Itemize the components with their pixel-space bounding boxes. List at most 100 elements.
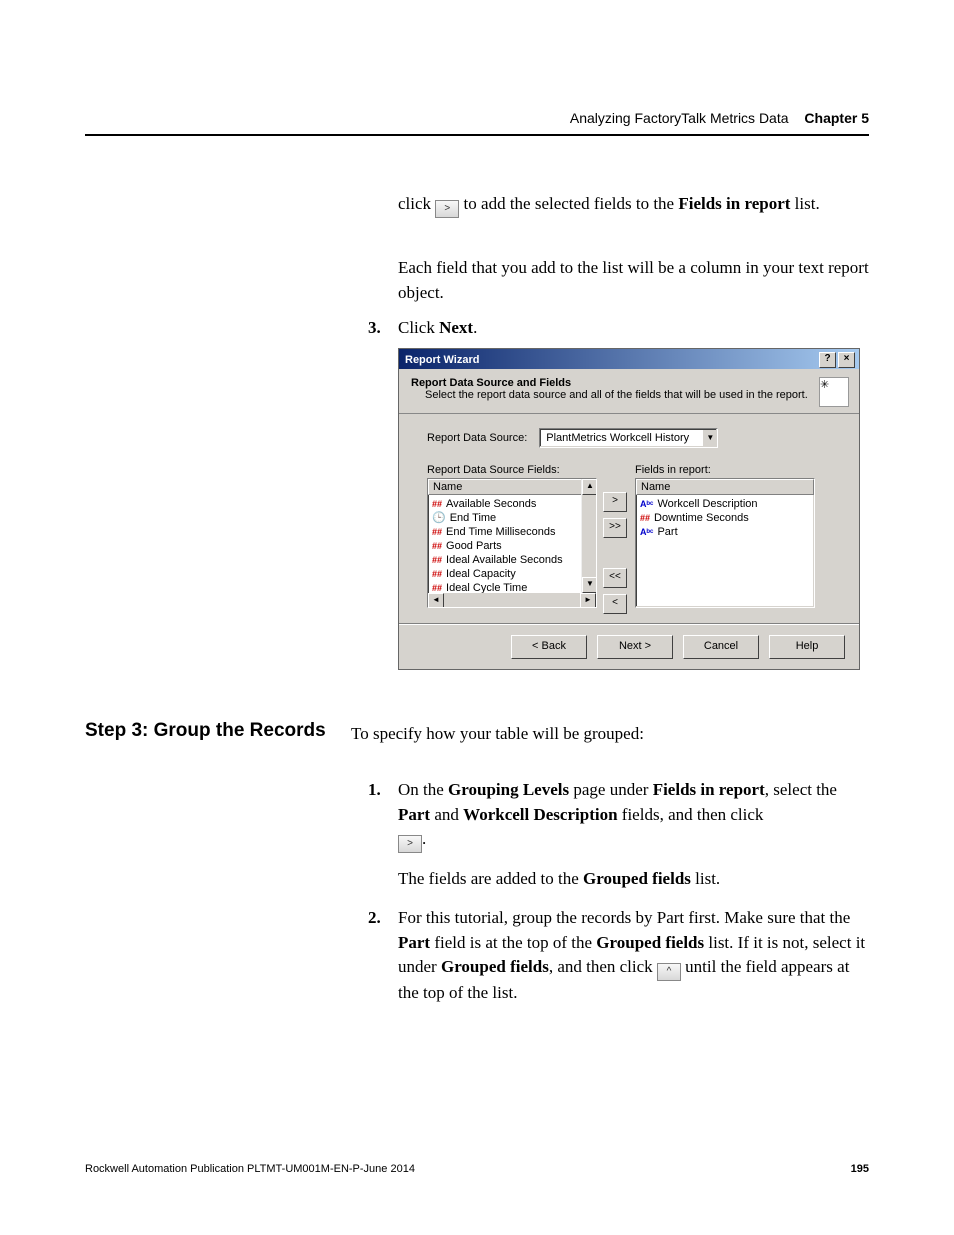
text-bold: Part <box>398 805 430 824</box>
page-number: 195 <box>851 1163 869 1175</box>
close-icon[interactable]: × <box>838 352 855 368</box>
para-add-fields: click > to add the selected fields to th… <box>398 192 869 218</box>
text-bold: Grouped fields <box>583 869 691 888</box>
field-name: Ideal Available Seconds <box>446 553 563 567</box>
text-bold: Fields in report <box>678 194 790 213</box>
text: . <box>422 829 426 848</box>
source-fields-listbox[interactable]: Name ## Available Seconds🕒 End Time ## End T… <box>427 478 597 608</box>
list-item[interactable]: ##Good Parts <box>430 539 594 553</box>
text-field-icon: Aᵇᶜ <box>640 497 653 511</box>
text-bold: Grouped fields <box>441 957 549 976</box>
add-button[interactable]: > <box>603 492 627 512</box>
text: . <box>473 318 477 337</box>
field-name: Workcell Description <box>657 497 757 511</box>
column-header: Name <box>428 479 596 495</box>
chevron-down-icon[interactable]: ▼ <box>702 430 717 446</box>
column-header: Name <box>636 479 814 495</box>
text-bold: Grouping Levels <box>448 780 569 799</box>
add-field-button-icon: > <box>435 200 459 218</box>
side-heading-step3: Step 3: Group the Records <box>85 720 326 742</box>
para-column-info: Each field that you add to the list will… <box>398 256 869 305</box>
field-name: End Time Milliseconds <box>446 525 555 539</box>
text-field-icon: Aᵇᶜ <box>640 525 653 539</box>
step-number: 1. <box>368 778 381 803</box>
text: The fields are added to the <box>398 869 583 888</box>
text: field is at the top of the <box>430 933 596 952</box>
remove-all-button[interactable]: << <box>603 568 627 588</box>
scroll-left-icon[interactable]: ◄ <box>428 593 444 608</box>
ordered-list-2: 1. On the Grouping Levels page under Fie… <box>368 764 869 1006</box>
number-field-icon: ## <box>432 553 442 567</box>
report-fields-listbox[interactable]: Name Aᵇᶜ Workcell Description##Downtime S… <box>635 478 815 608</box>
source-fields-label: Report Data Source Fields: <box>427 464 597 476</box>
add-all-button[interactable]: >> <box>603 518 627 538</box>
list-item[interactable]: ## Ideal Capacity <box>430 567 594 581</box>
dialog-subheading: Select the report data source and all of… <box>411 389 808 401</box>
text: For this tutorial, group the records by … <box>398 908 850 927</box>
list-item[interactable]: ##Downtime Seconds <box>638 511 812 525</box>
list-item-2: 2. For this tutorial, group the records … <box>368 906 869 1006</box>
text: list. <box>691 869 720 888</box>
move-up-button-icon: ^ <box>657 963 681 981</box>
cancel-button[interactable]: Cancel <box>683 635 759 659</box>
report-wizard-dialog: Report Wizard ? × Report Data Source and… <box>398 348 860 670</box>
scrollbar-horizontal[interactable]: ◄ ► <box>428 593 596 607</box>
help-icon[interactable]: ? <box>819 352 836 368</box>
wizard-icon: ✳ <box>819 377 849 407</box>
scroll-down-icon[interactable]: ▼ <box>582 577 597 593</box>
text-bold: Fields in report <box>653 780 765 799</box>
list-item-3: 3. Click Next. <box>368 316 869 341</box>
field-name: Downtime Seconds <box>654 511 749 525</box>
time-field-icon: 🕒 <box>432 511 446 525</box>
list-item[interactable]: ## End Time Milliseconds <box>430 525 594 539</box>
list-item-1: 1. On the Grouping Levels page under Fie… <box>368 778 869 892</box>
text: Click <box>398 318 439 337</box>
data-source-label: Report Data Source: <box>427 432 527 444</box>
field-name: Ideal Capacity <box>446 567 516 581</box>
header-title: Analyzing FactoryTalk Metrics Data <box>570 110 789 126</box>
dialog-heading: Report Data Source and Fields <box>411 377 808 389</box>
text-bold: Part <box>398 933 430 952</box>
data-source-combo[interactable]: PlantMetrics Workcell History ▼ <box>539 428 718 448</box>
section-intro: To specify how your table will be groupe… <box>351 722 869 747</box>
remove-button[interactable]: < <box>603 594 627 614</box>
text: , and then click <box>549 957 657 976</box>
text: On the <box>398 780 448 799</box>
data-source-value: PlantMetrics Workcell History <box>540 432 702 444</box>
field-name: Good Parts <box>446 539 502 553</box>
header-chapter: Chapter 5 <box>804 110 869 126</box>
list-item[interactable]: ## Ideal Available Seconds <box>430 553 594 567</box>
next-button[interactable]: Next > <box>597 635 673 659</box>
field-name: End Time <box>450 511 496 525</box>
field-name: Available Seconds <box>446 497 536 511</box>
text-bold: Next <box>439 318 473 337</box>
text: click <box>398 194 435 213</box>
add-field-button-icon: > <box>398 835 422 853</box>
help-button[interactable]: Help <box>769 635 845 659</box>
text-bold: Grouped fields <box>596 933 704 952</box>
list-item[interactable]: ## Available Seconds <box>430 497 594 511</box>
page-header: Analyzing FactoryTalk Metrics Data Chapt… <box>85 110 869 136</box>
report-fields-label: Fields in report: <box>635 464 815 476</box>
number-field-icon: ## <box>432 497 442 511</box>
step-number: 3. <box>368 316 381 341</box>
list-item[interactable]: 🕒 End Time <box>430 511 594 525</box>
page-footer: Rockwell Automation Publication PLTMT-UM… <box>85 1163 869 1175</box>
publication-id: Rockwell Automation Publication PLTMT-UM… <box>85 1163 415 1175</box>
number-field-icon: ## <box>432 567 442 581</box>
dialog-titlebar: Report Wizard ? × <box>399 349 859 369</box>
number-field-icon: ## <box>432 525 442 539</box>
back-button[interactable]: < Back <box>511 635 587 659</box>
list-item[interactable]: Aᵇᶜ Workcell Description <box>638 497 812 511</box>
text: , select the <box>765 780 837 799</box>
scroll-up-icon[interactable]: ▲ <box>582 479 597 495</box>
dialog-title-text: Report Wizard <box>405 354 479 366</box>
scrollbar-vertical[interactable]: ▲ ▼ <box>581 479 596 593</box>
list-item[interactable]: Aᵇᶜ Part <box>638 525 812 539</box>
step-number: 2. <box>368 906 381 931</box>
text: page under <box>569 780 653 799</box>
text: fields, and then click <box>618 805 764 824</box>
field-name: Part <box>657 525 677 539</box>
text: and <box>430 805 463 824</box>
scroll-right-icon[interactable]: ► <box>580 593 596 608</box>
